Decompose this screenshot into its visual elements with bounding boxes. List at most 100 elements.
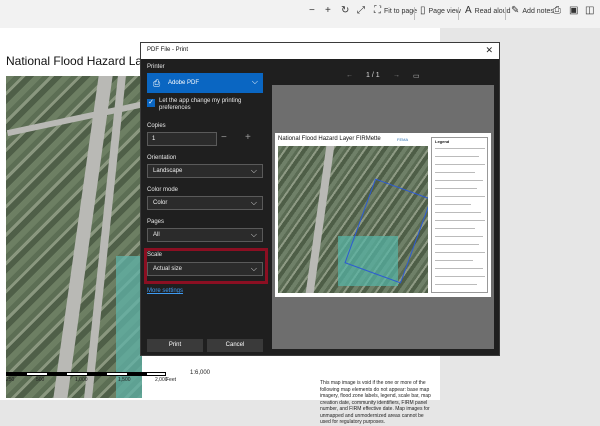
legend-row: [435, 268, 483, 269]
save-button[interactable]: ▣: [569, 6, 578, 16]
pages-select[interactable]: All ⌵: [147, 228, 263, 242]
plus-icon: +: [325, 5, 331, 16]
save-as-icon: ◫: [585, 5, 595, 16]
page-indicator: 1 / 1: [366, 72, 380, 79]
legend-row: [435, 172, 475, 173]
toolbar-divider: [505, 7, 506, 20]
legend-row: [435, 228, 475, 229]
print-button[interactable]: Print: [147, 339, 203, 352]
pages-label: Pages: [147, 219, 165, 225]
printer-select[interactable]: ⎙ Adobe PDF ⌵: [147, 73, 263, 93]
toolbar-divider: [458, 7, 459, 20]
save-icon: ▣: [569, 5, 579, 16]
copies-label: Copies: [147, 123, 166, 129]
add-notes-label: Add notes: [522, 7, 554, 15]
scale-value: Actual size: [153, 266, 183, 272]
legend-row: [435, 244, 479, 245]
toolbar-divider: [414, 7, 415, 20]
prev-page-button[interactable]: ←: [346, 72, 353, 79]
add-notes-button[interactable]: ✎ Add notes: [511, 6, 554, 16]
legend-row: [435, 212, 481, 213]
more-settings-link[interactable]: More settings: [147, 288, 183, 294]
scale-label: Scale: [147, 252, 163, 258]
fit-to-page-button[interactable]: ⛶ Fit to page: [374, 6, 417, 16]
print-icon: ⎙: [553, 5, 561, 16]
fema-logo: FEMA: [397, 137, 409, 142]
print-button[interactable]: ⎙: [553, 6, 561, 16]
dialog-titlebar: PDF File - Print ✕: [141, 43, 499, 59]
scale-unit: Feet: [166, 377, 177, 383]
legend-row: [435, 164, 485, 165]
scale-label: 250: [6, 377, 15, 383]
scale-select[interactable]: Actual size ⌵: [147, 262, 263, 276]
scale-label: 500: [36, 377, 45, 383]
preview-legend: Legend: [431, 137, 488, 293]
rotate-button[interactable]: ↻: [341, 6, 349, 16]
scale-ratio: 1:6,000: [190, 370, 211, 376]
pages-value: All: [153, 232, 160, 238]
zoom-out-button[interactable]: −: [309, 6, 315, 16]
copies-increment-button[interactable]: +: [245, 132, 251, 143]
scale-label: 1,000: [75, 377, 88, 383]
fullscreen-button[interactable]: ⤢: [357, 6, 365, 16]
cancel-button[interactable]: Cancel: [207, 339, 263, 352]
legend-row: [435, 276, 485, 277]
printer-label: Printer: [147, 64, 165, 70]
boundary-line: [344, 178, 428, 284]
legend-row: [435, 188, 477, 189]
flood-map-image: [6, 76, 142, 398]
fit-to-page-label: Fit to page: [384, 7, 418, 15]
orientation-value: Landscape: [153, 168, 183, 174]
chevron-down-icon: ⌵: [250, 166, 257, 175]
close-icon[interactable]: ✕: [485, 45, 493, 56]
legend-row: [435, 204, 471, 205]
copies-value: 1: [152, 136, 156, 142]
color-mode-value: Color: [153, 200, 168, 206]
color-mode-select[interactable]: Color ⌵: [147, 196, 263, 210]
legend-row: [435, 284, 477, 285]
app-change-label: Let the app change my printing preferenc…: [159, 98, 242, 111]
chevron-down-icon: ⌵: [250, 230, 257, 239]
legend-row: [435, 156, 479, 157]
scale-label: 1,500: [118, 377, 131, 383]
chevron-down-icon: ⌵: [250, 264, 257, 273]
next-page-button[interactable]: →: [393, 72, 400, 79]
map-notes: This map image is void if the one or mor…: [320, 380, 431, 425]
preview-page: National Flood Hazard Layer FIRMette FEM…: [275, 133, 491, 297]
orientation-label: Orientation: [147, 155, 177, 161]
legend-row: [435, 260, 473, 261]
document-title: National Flood Hazard Lay: [6, 54, 149, 68]
add-notes-icon: ✎: [511, 5, 520, 16]
zoom-in-button[interactable]: +: [325, 6, 331, 16]
highway: [305, 146, 335, 293]
preview-title: National Flood Hazard Layer FIRMette: [278, 136, 381, 142]
copies-decrement-button[interactable]: −: [221, 132, 227, 143]
chevron-down-icon: ⌵: [250, 198, 257, 207]
viewer-toolbar: − + ↻ ⤢ ⛶ Fit to page ▯ Page view A Read al…: [0, 0, 600, 28]
save-as-button[interactable]: ◫: [585, 6, 594, 16]
scale-bar-graphic: [6, 372, 166, 376]
orientation-select[interactable]: Landscape ⌵: [147, 164, 263, 178]
fit-view-icon[interactable]: ▭: [413, 72, 420, 80]
legend-row: [435, 196, 485, 197]
legend-title: Legend: [435, 139, 450, 144]
page-view-button[interactable]: ▯ Page view: [420, 6, 461, 16]
legend-row: [435, 220, 485, 221]
color-mode-label: Color mode: [147, 187, 179, 193]
expand-icon: ⤢: [357, 5, 365, 16]
read-aloud-icon: A: [465, 5, 472, 16]
read-aloud-button[interactable]: A Read aloud: [465, 6, 510, 16]
legend-row: [435, 236, 483, 237]
preview-map: [278, 146, 428, 293]
legend-row: [435, 148, 485, 149]
rotate-icon: ↻: [341, 5, 350, 16]
copies-input[interactable]: 1: [147, 132, 217, 146]
legend-row: [435, 252, 485, 253]
legend-row: [435, 180, 483, 181]
fit-page-icon: ⛶: [374, 5, 381, 16]
dialog-title: PDF File - Print: [147, 47, 189, 53]
page-view-label: Page view: [428, 7, 461, 15]
chevron-down-icon: ⌵: [251, 77, 258, 86]
printer-value: Adobe PDF: [168, 80, 200, 86]
app-change-checkbox[interactable]: ✓: [147, 99, 155, 107]
